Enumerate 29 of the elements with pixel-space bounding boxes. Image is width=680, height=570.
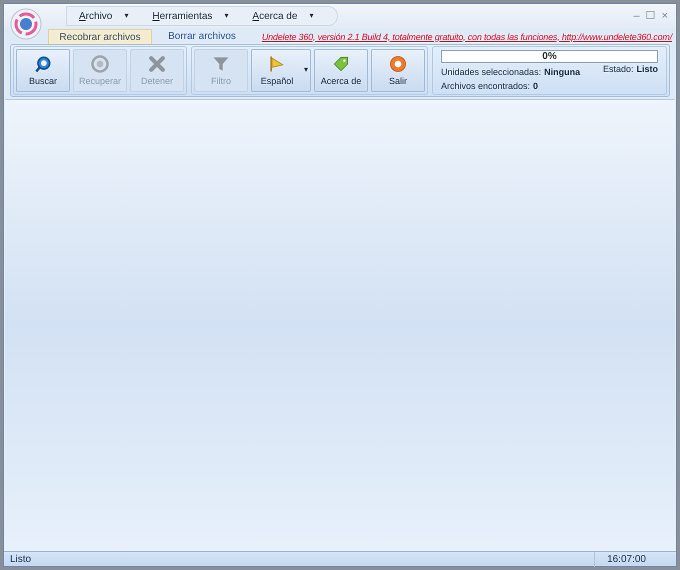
menu-item[interactable]: Herramientas (152, 8, 212, 24)
spiral-icon (90, 54, 110, 74)
toolbar-button[interactable]: Salir (371, 49, 425, 92)
toolbar-button[interactable]: Buscar (16, 49, 70, 92)
progress-text: 0% (541, 51, 558, 62)
info-label: Estado: (602, 63, 634, 76)
tag-icon (331, 54, 351, 74)
status-time: 16:07:00 (594, 552, 676, 566)
caret-icon[interactable]: ▾ (224, 10, 228, 22)
ring-icon (388, 54, 408, 74)
info-label: Archivos encontrados: (441, 80, 530, 92)
info-value: 0 (533, 80, 538, 92)
x-mark-icon (147, 54, 167, 74)
menu-item[interactable]: Acerca de (252, 8, 298, 24)
search-icon (33, 54, 53, 74)
caret-icon[interactable]: ▾ (304, 64, 308, 76)
menu-item[interactable]: Archivo (79, 8, 112, 24)
status-text: Listo (9, 552, 32, 566)
tab[interactable]: Borrar archivos (152, 29, 252, 44)
toolbar-button[interactable]: Español ▾ (251, 49, 311, 92)
caret-icon[interactable]: ▾ (309, 10, 314, 22)
tab[interactable]: Recobrar archivos (48, 29, 152, 44)
app-logo-icon[interactable] (10, 8, 42, 40)
toolbar-button[interactable]: Acerca de (314, 49, 368, 92)
caret-icon[interactable]: ▾ (124, 10, 128, 22)
info-value: Ninguna (544, 66, 580, 79)
website-link[interactable]: Undelete 360, versión 2.1 Build 4, totalmente gratuito, con todas las funciones, http://www.undelete360.com/ (262, 30, 672, 44)
info-label: Unidades seleccionadas: (441, 66, 542, 79)
info-value: Listo (636, 63, 658, 76)
